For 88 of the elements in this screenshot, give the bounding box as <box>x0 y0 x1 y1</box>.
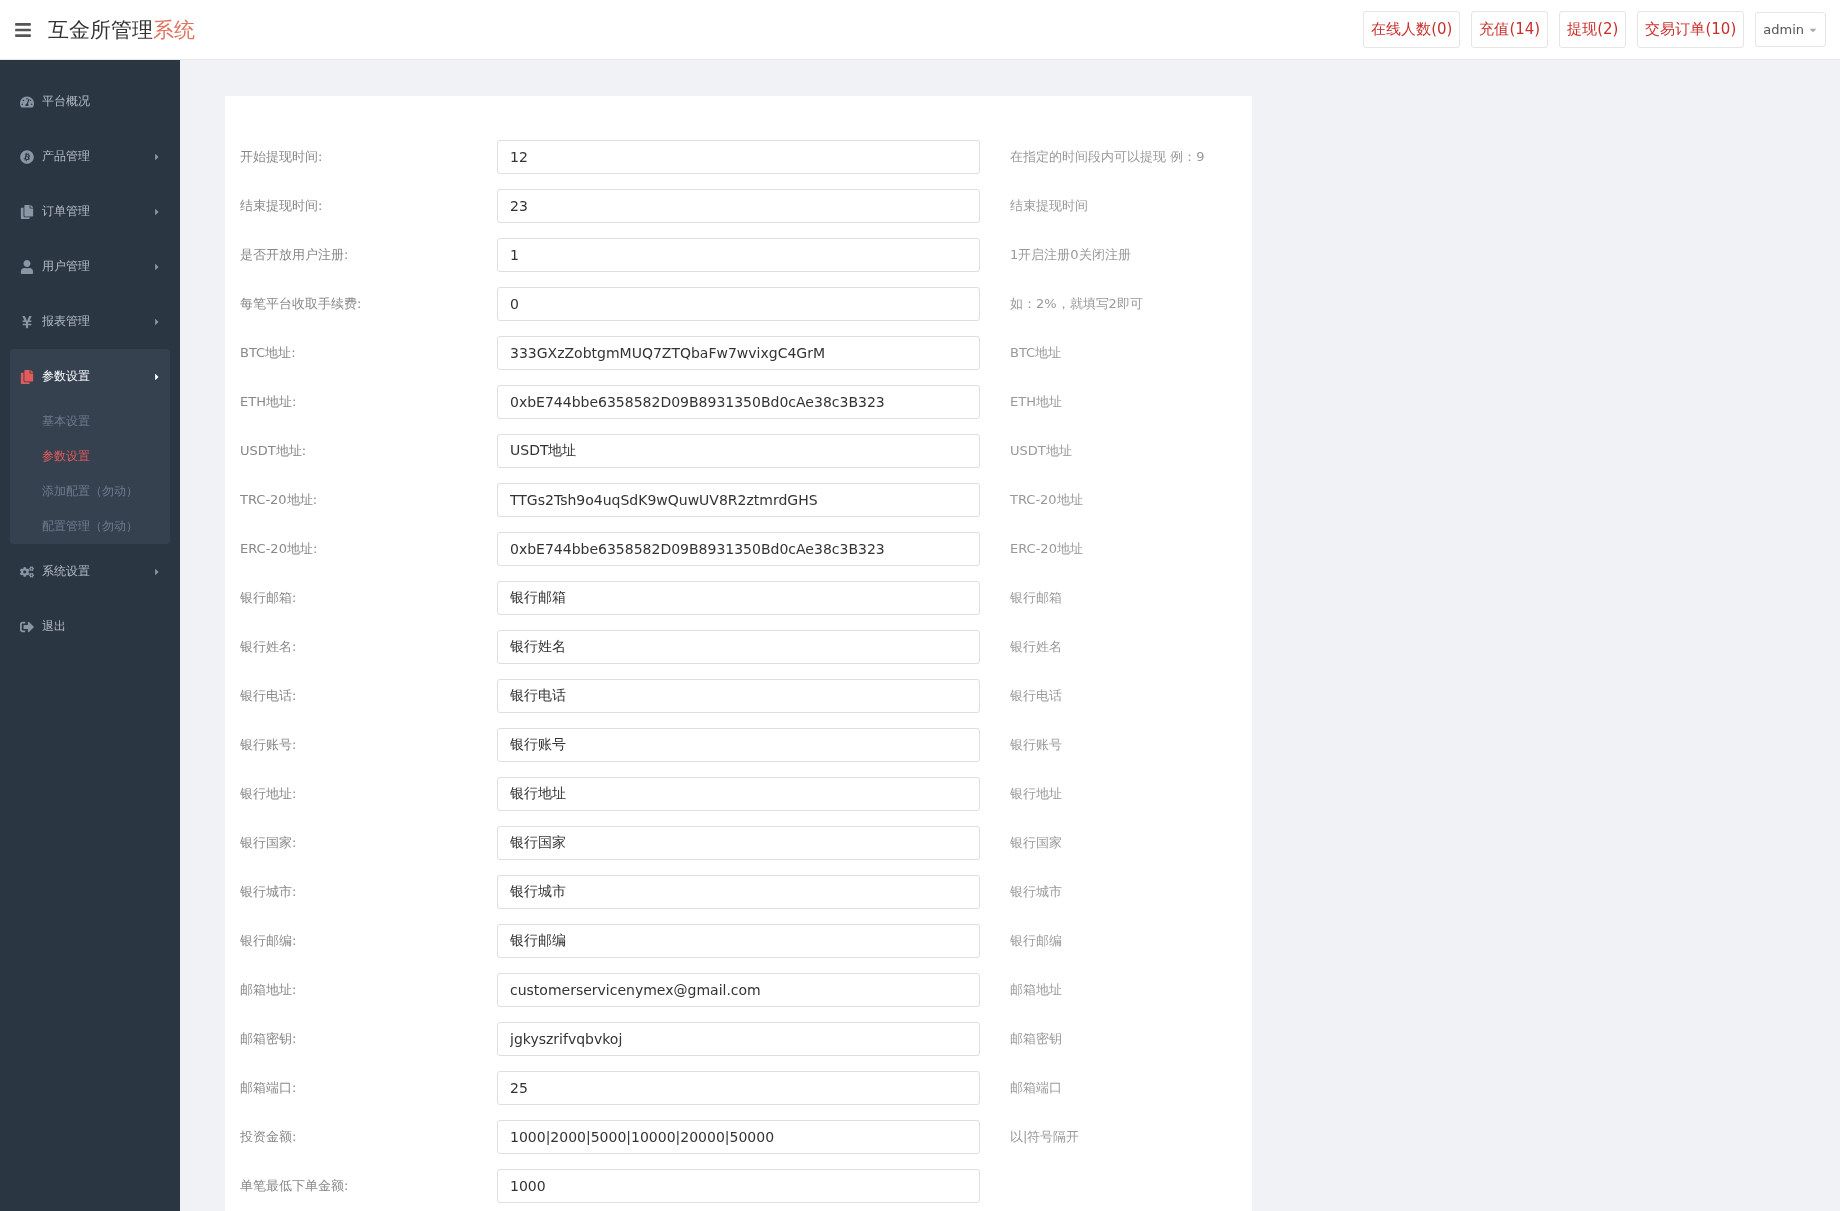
field-hint: 在指定的时间段内可以提现 例：9 <box>1009 147 1206 166</box>
input-field[interactable]: 0xbE744bbe6358582D09B8931350Bd0cAe38c3B323 <box>497 384 980 419</box>
field-hint: 结束提现时间 <box>1009 196 1089 215</box>
field-label: ERC-20地址: <box>240 539 319 558</box>
field-label: 银行姓名: <box>240 637 298 656</box>
input-field[interactable]: 0 <box>497 286 980 321</box>
sidebar-item[interactable]: 订单管理 <box>10 184 170 239</box>
field-hint: 邮箱密钥 <box>1009 1029 1063 1048</box>
input-field[interactable]: 0xbE744bbe6358582D09B8931350Bd0cAe38c3B323 <box>497 531 980 566</box>
field-label: 邮箱端口: <box>240 1078 298 1097</box>
field-hint: ETH地址 <box>1009 392 1063 411</box>
input-field[interactable]: 23 <box>497 188 980 223</box>
field-label: 投资金额: <box>240 1127 298 1146</box>
field-hint: 银行国家 <box>1009 833 1063 852</box>
sign-out-icon <box>20 619 34 634</box>
yen-icon <box>20 314 34 329</box>
field-hint: ERC-20地址 <box>1009 539 1084 558</box>
sidebar-item[interactable]: 报表管理 <box>10 294 170 349</box>
input-field[interactable]: 1000|2000|5000|10000|20000|50000 <box>497 1119 980 1154</box>
field-label: 银行国家: <box>240 833 298 852</box>
field-hint: USDT地址 <box>1009 441 1073 460</box>
field-label: 结束提现时间: <box>240 196 324 215</box>
field-hint: 1开启注册0关闭注册 <box>1009 245 1132 264</box>
header-link[interactable]: 交易订单(10) <box>1637 11 1745 48</box>
field-label: 是否开放用户注册: <box>240 245 350 264</box>
field-label: 单笔最低下单金额: <box>240 1176 350 1195</box>
field-label: 邮箱地址: <box>240 980 298 999</box>
field-hint: 银行姓名 <box>1009 637 1063 656</box>
field-label: 开始提现时间: <box>240 147 324 166</box>
field-label: ETH地址: <box>240 392 298 411</box>
input-field[interactable]: 银行账号 <box>497 727 980 762</box>
menu-icon[interactable] <box>14 20 32 39</box>
field-label: 银行邮编: <box>240 931 298 950</box>
field-label: 银行电话: <box>240 686 298 705</box>
user-icon <box>20 259 34 274</box>
input-field[interactable]: 25 <box>497 1070 980 1105</box>
sidebar-item[interactable]: 系统设置 <box>10 544 170 599</box>
input-field[interactable]: 银行电话 <box>497 678 980 713</box>
bitcoin-icon <box>20 149 34 164</box>
input-field[interactable]: 银行地址 <box>497 776 980 811</box>
field-hint: 银行邮编 <box>1009 931 1063 950</box>
sidebar-item[interactable]: 参数设置 <box>10 349 170 404</box>
field-label: 银行账号: <box>240 735 298 754</box>
field-hint: 以|符号隔开 <box>1009 1127 1081 1146</box>
field-label: BTC地址: <box>240 343 297 362</box>
sidebar-item[interactable]: 产品管理 <box>10 129 170 184</box>
input-field[interactable]: 333GXzZobtgmMUQ7ZTQbaFw7wvixgC4GrM <box>497 335 980 370</box>
field-label: USDT地址: <box>240 441 308 460</box>
files-icon <box>20 204 34 219</box>
field-label: 银行城市: <box>240 882 298 901</box>
gears-icon <box>20 564 34 579</box>
sidebar-item[interactable]: 用户管理 <box>10 239 170 294</box>
field-label: 邮箱密钥: <box>240 1029 298 1048</box>
sidebar-item[interactable]: 退出 <box>10 599 170 654</box>
user-menu[interactable]: admin <box>1755 12 1826 47</box>
field-label: 银行地址: <box>240 784 298 803</box>
app-title: 互金所管理系统 <box>48 16 196 44</box>
field-hint: BTC地址 <box>1009 343 1063 362</box>
gauge-icon <box>20 94 34 109</box>
input-field[interactable]: 1000 <box>497 1168 980 1203</box>
field-hint: 邮箱端口 <box>1009 1078 1063 1097</box>
header-link[interactable]: 在线人数(0) <box>1363 11 1461 48</box>
input-field[interactable]: USDT地址 <box>497 433 980 468</box>
input-field[interactable]: 银行邮编 <box>497 923 980 958</box>
field-hint: 如：2%，就填写2即可 <box>1009 294 1144 313</box>
input-field[interactable]: 1 <box>497 237 980 272</box>
field-label: 每笔平台收取手续费: <box>240 294 363 313</box>
header-link[interactable]: 提现(2) <box>1559 11 1627 48</box>
input-field[interactable]: jgkyszrifvqbvkoj <box>497 1021 980 1056</box>
sidebar-item[interactable]: 平台概况 <box>10 74 170 129</box>
input-field[interactable]: customerservicenymex@gmail.com <box>497 972 980 1007</box>
field-hint: 银行账号 <box>1009 735 1063 754</box>
input-field[interactable]: 12 <box>497 139 980 174</box>
header-link[interactable]: 充值(14) <box>1471 11 1549 48</box>
field-hint: 银行城市 <box>1009 882 1063 901</box>
input-field[interactable]: TTGs2Tsh9o4uqSdK9wQuwUV8R2ztmrdGHS <box>497 482 980 517</box>
input-field[interactable]: 银行国家 <box>497 825 980 860</box>
field-label: 银行邮箱: <box>240 588 298 607</box>
field-label: TRC-20地址: <box>240 490 319 509</box>
field-hint: TRC-20地址 <box>1009 490 1084 509</box>
input-field[interactable]: 银行姓名 <box>497 629 980 664</box>
field-hint: 银行电话 <box>1009 686 1063 705</box>
field-hint: 银行邮箱 <box>1009 588 1063 607</box>
field-hint: 邮箱地址 <box>1009 980 1063 999</box>
files-icon <box>20 369 34 384</box>
input-field[interactable]: 银行邮箱 <box>497 580 980 615</box>
input-field[interactable]: 银行城市 <box>497 874 980 909</box>
field-hint: 银行地址 <box>1009 784 1063 803</box>
